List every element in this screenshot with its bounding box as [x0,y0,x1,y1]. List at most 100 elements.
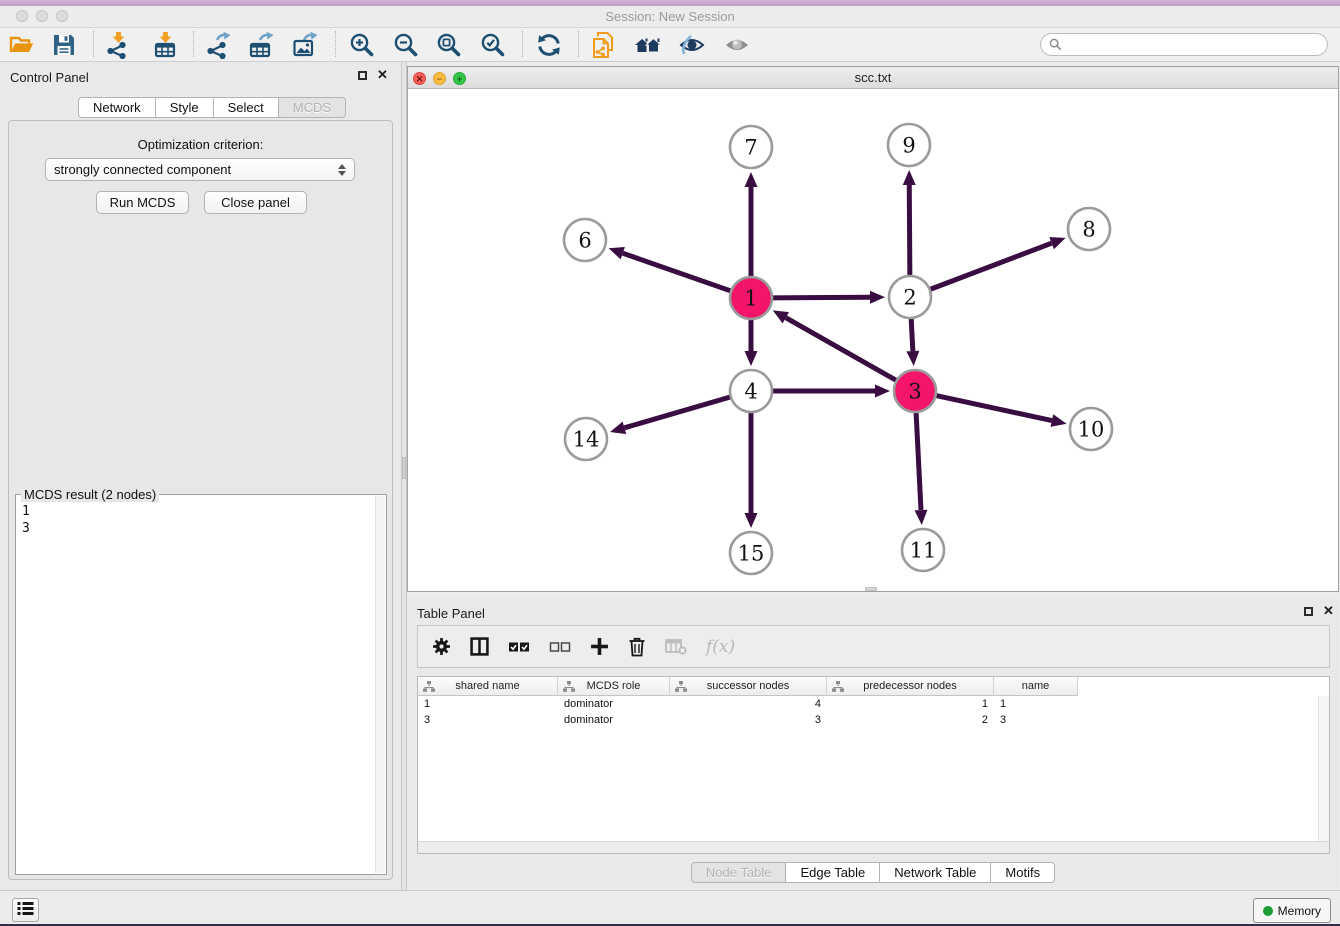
cell-predecessor-nodes[interactable]: 1 [827,696,994,712]
edge-4-3[interactable] [769,385,890,398]
export-network-icon[interactable] [201,30,235,60]
minimize-view-button[interactable]: − [433,72,446,85]
tab-node-table[interactable]: Node Table [691,862,787,883]
tab-style[interactable]: Style [156,97,214,118]
graph-node-11[interactable]: 11 [902,529,944,571]
edge-4-15[interactable] [745,409,758,528]
cell-MCDS-role[interactable]: dominator [558,696,670,712]
open-session-icon[interactable] [5,30,39,60]
edge-2-8[interactable] [927,237,1066,290]
zoom-fit-icon[interactable] [432,30,466,60]
export-table-icon[interactable] [244,30,278,60]
zoom-in-icon[interactable] [345,30,379,60]
edge-1-7[interactable] [745,172,758,280]
float-table-panel-icon[interactable] [1304,607,1313,616]
import-network-icon[interactable] [101,30,135,60]
first-neighbors-icon[interactable] [631,30,665,60]
tab-network[interactable]: Network [78,97,156,118]
control-panel-tabs: NetworkStyleSelectMCDS [78,97,346,118]
close-panel-button[interactable]: Close panel [204,191,307,214]
close-panel-icon[interactable]: ✕ [377,67,388,83]
tab-motifs[interactable]: Motifs [991,862,1055,883]
column-header-shared-name[interactable]: shared name [418,677,558,696]
graph-node-14[interactable]: 14 [565,418,607,460]
duplicate-network-icon[interactable] [588,30,622,60]
maximize-view-button[interactable]: + [453,72,466,85]
cell-successor-nodes[interactable]: 4 [670,696,827,712]
refresh-icon[interactable] [532,30,566,60]
delete-column-icon[interactable] [628,635,646,659]
export-image-icon[interactable] [288,30,322,60]
save-session-icon[interactable] [47,30,81,60]
network-window-grip[interactable] [865,587,877,591]
edge-4-14[interactable] [610,396,734,434]
show-panels-icon[interactable] [720,30,754,60]
cell-predecessor-nodes[interactable]: 2 [827,712,994,728]
zoom-window-button[interactable] [56,10,68,22]
table-vertical-scrollbar[interactable] [1318,696,1329,841]
graph-node-15[interactable]: 15 [730,532,772,574]
hide-panels-icon[interactable] [675,30,709,60]
result-scrollbar[interactable] [375,496,385,873]
close-window-button[interactable] [16,10,28,22]
tab-network-table[interactable]: Network Table [880,862,991,883]
graph-node-9[interactable]: 9 [888,124,930,166]
task-list-icon[interactable] [12,898,39,922]
graph-node-4[interactable]: 4 [730,370,772,412]
table-options-gear-icon[interactable] [432,635,451,659]
edge-2-3[interactable] [906,315,919,366]
cell-name[interactable]: 1 [994,696,1078,712]
column-header-predecessor-nodes[interactable]: predecessor nodes [827,677,994,696]
criterion-dropdown[interactable]: strongly connected component [45,158,355,181]
edge-1-4[interactable] [745,316,758,366]
cell-shared-name[interactable]: 1 [418,696,558,712]
edge-2-9[interactable] [903,170,916,279]
table-row[interactable]: 3dominator323 [418,712,1329,728]
mcds-result-text[interactable]: 1 3 [22,503,30,537]
search-field[interactable] [1040,33,1328,56]
zoom-selected-icon[interactable] [476,30,510,60]
splitter-grip[interactable] [402,457,406,479]
network-window-titlebar[interactable]: ✕ − + scc.txt [408,67,1338,89]
graph-node-1[interactable]: 1 [730,277,772,319]
svg-text:14: 14 [573,428,600,452]
zoom-out-icon[interactable] [389,30,423,60]
tab-mcds[interactable]: MCDS [279,97,346,118]
network-canvas[interactable]: 1 2 3 4 6 7 8 9 10 11 14 15 [408,89,1338,592]
graph-node-10[interactable]: 10 [1070,408,1112,450]
tab-edge-table[interactable]: Edge Table [786,862,880,883]
graph-node-6[interactable]: 6 [564,219,606,261]
float-panel-icon[interactable] [358,71,367,80]
graph-node-2[interactable]: 2 [889,276,931,318]
graph-node-7[interactable]: 7 [730,126,772,168]
graph-node-8[interactable]: 8 [1068,208,1110,250]
minimize-window-button[interactable] [36,10,48,22]
table-horizontal-scrollbar[interactable] [418,841,1329,853]
close-view-button[interactable]: ✕ [413,72,426,85]
tab-select[interactable]: Select [214,97,279,118]
cell-MCDS-role[interactable]: dominator [558,712,670,728]
table-row[interactable]: 1dominator411 [418,696,1329,712]
run-mcds-button[interactable]: Run MCDS [96,191,189,214]
edge-3-11[interactable] [914,409,927,525]
cell-shared-name[interactable]: 3 [418,712,558,728]
deselect-all-rows-icon[interactable] [549,635,571,659]
edge-1-2[interactable] [769,291,885,304]
edge-3-10[interactable] [933,395,1067,427]
column-header-successor-nodes[interactable]: successor nodes [670,677,827,696]
column-header-name[interactable]: name [994,677,1078,696]
column-header-MCDS-role[interactable]: MCDS role [558,677,670,696]
window-titlebar[interactable]: Session: New Session [0,6,1340,28]
edge-1-6[interactable] [609,247,734,292]
edge-3-1[interactable] [773,310,900,382]
graph-node-3[interactable]: 3 [894,370,936,412]
select-all-rows-icon[interactable] [508,635,530,659]
import-table-icon[interactable] [148,30,182,60]
add-column-icon[interactable] [590,635,609,659]
cell-successor-nodes[interactable]: 3 [670,712,827,728]
memory-button[interactable]: Memory [1253,898,1331,923]
toggle-column-icon[interactable] [470,635,489,659]
close-table-panel-icon[interactable]: ✕ [1323,603,1334,619]
search-input[interactable] [1067,38,1319,52]
cell-name[interactable]: 3 [994,712,1078,728]
